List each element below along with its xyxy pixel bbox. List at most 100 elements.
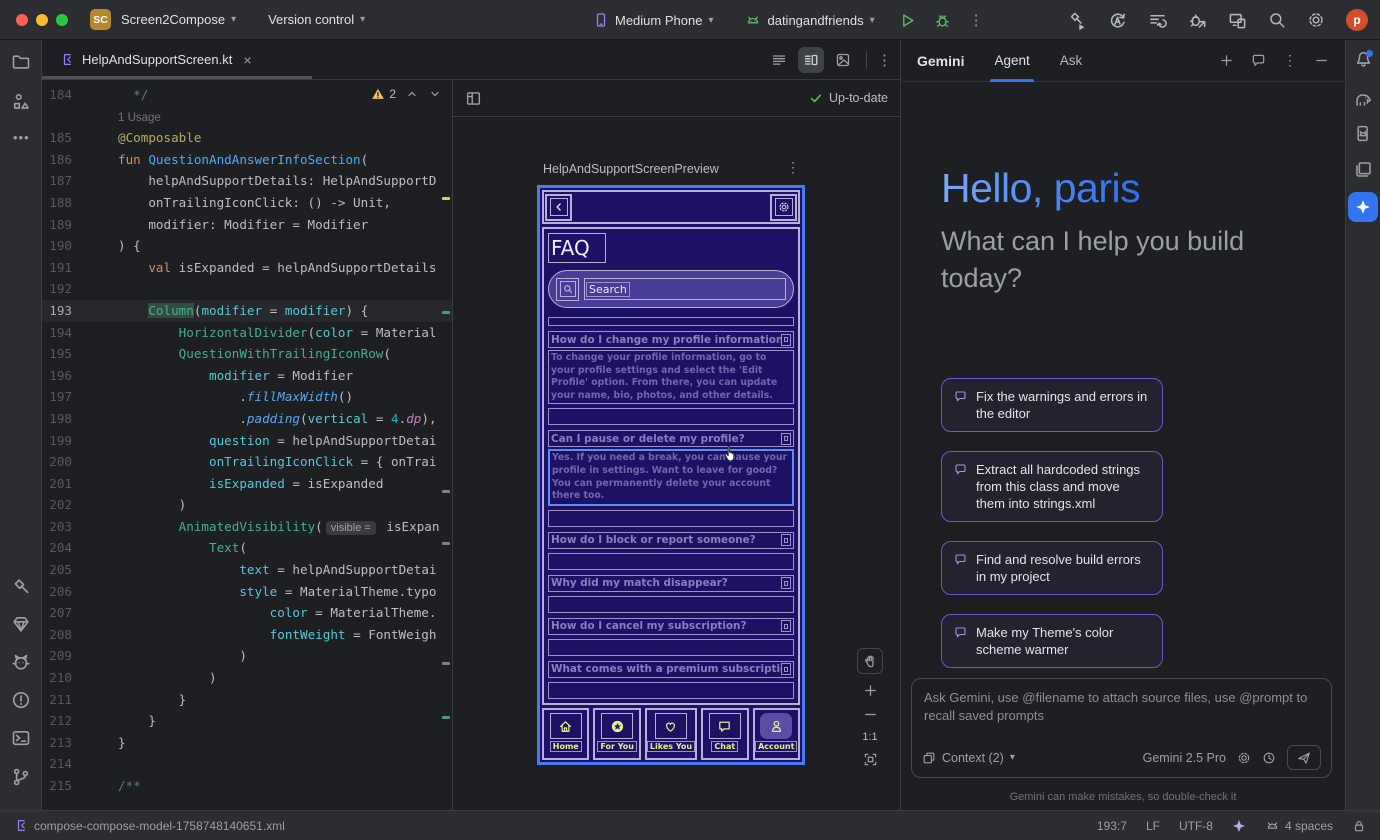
scrollbar-change-mark[interactable]	[442, 716, 450, 719]
todo-requests-icon[interactable]	[1148, 11, 1167, 30]
editor-mode-design-button[interactable]	[830, 47, 856, 73]
build-run-icon[interactable]	[1068, 11, 1087, 30]
code-line[interactable]: 204 Text(	[42, 537, 452, 559]
code-line[interactable]: 193 Column(modifier = modifier) {	[42, 300, 452, 322]
user-avatar[interactable]: p	[1346, 9, 1368, 31]
build-hammer-icon[interactable]	[11, 577, 31, 597]
code-line[interactable]: 194 HorizontalDivider(color = Material	[42, 322, 452, 344]
running-devices-icon[interactable]	[1354, 124, 1373, 143]
search-everywhere-icon[interactable]	[1268, 11, 1286, 29]
expand-checkbox-icon[interactable]	[781, 534, 791, 546]
code-line[interactable]: 191 val isExpanded = helpAndSupportDetai…	[42, 257, 452, 279]
problems-icon[interactable]	[11, 690, 31, 710]
prev-warning-icon[interactable]	[405, 87, 419, 101]
gemini-more-options-icon[interactable]: ⋮	[1283, 52, 1297, 69]
search-bar[interactable]: Search	[548, 270, 794, 308]
suggestion-card[interactable]: Find and resolve build errors in my proj…	[941, 541, 1163, 595]
zoom-out-icon[interactable]	[863, 707, 878, 722]
preview-phone-frame[interactable]: FAQ Search How do I change my profile in…	[537, 185, 805, 765]
editor-mode-split-button[interactable]	[798, 47, 824, 73]
expand-checkbox-icon[interactable]	[781, 577, 791, 589]
faq-question[interactable]: What comes with a premium subscription?	[548, 661, 794, 678]
nav-item-account[interactable]: Account	[753, 708, 800, 760]
project-selector[interactable]: Screen2Compose ▾	[121, 12, 236, 27]
editor-mode-code-button[interactable]	[766, 47, 792, 73]
code-line[interactable]: 214	[42, 753, 452, 775]
preview-more-options-icon[interactable]: ⋮	[786, 159, 800, 176]
device-mirror-icon[interactable]	[1228, 11, 1247, 30]
code-line[interactable]: 198 .padding(vertical = 4.dp),	[42, 408, 452, 430]
window-zoom-button[interactable]	[56, 14, 68, 26]
version-control-branch-icon[interactable]	[11, 767, 31, 787]
expand-checkbox-icon[interactable]	[781, 334, 791, 346]
back-button[interactable]	[545, 194, 572, 221]
context-selector[interactable]: Context (2)	[942, 751, 1004, 765]
code-line[interactable]: 213}	[42, 732, 452, 754]
code-line[interactable]: 188 onTrailingIconClick: () -> Unit,	[42, 192, 452, 214]
nav-item-for-you[interactable]: For You	[593, 708, 640, 760]
faq-question[interactable]: How do I block or report someone?	[548, 532, 794, 549]
search-input[interactable]: Search	[584, 278, 786, 300]
tab-scroll-indicator[interactable]	[42, 76, 312, 79]
file-encoding[interactable]: UTF-8	[1179, 819, 1213, 833]
code-line[interactable]: 200 onTrailingIconClick = { onTrai	[42, 451, 452, 473]
nav-item-chat[interactable]: Chat	[701, 708, 748, 760]
code-line[interactable]: 201 isExpanded = isExpanded	[42, 473, 452, 495]
cursor-position[interactable]: 193:7	[1097, 819, 1127, 833]
expand-checkbox-icon[interactable]	[781, 433, 791, 445]
context-icon[interactable]	[922, 751, 936, 765]
new-chat-plus-icon[interactable]	[1219, 53, 1234, 68]
terminal-icon[interactable]	[11, 728, 31, 748]
code-line[interactable]: 196 modifier = Modifier	[42, 365, 452, 387]
scrollbar-mark[interactable]	[442, 662, 450, 665]
preview-title[interactable]: HelpAndSupportScreenPreview	[543, 162, 719, 176]
settings-gear-icon[interactable]	[1307, 11, 1325, 29]
gemini-prompt-input[interactable]: Ask Gemini, use @filename to attach sour…	[911, 678, 1332, 778]
vcs-selector[interactable]: Version control ▾	[268, 12, 365, 27]
code-line[interactable]: 209 )	[42, 645, 452, 667]
code-line[interactable]: 185@Composable	[42, 127, 452, 149]
preview-layout-icon[interactable]	[465, 90, 482, 107]
code-line[interactable]: 211 }	[42, 689, 452, 711]
attach-debugger-icon[interactable]	[1188, 11, 1207, 30]
faq-question[interactable]: How do I change my profile information?	[548, 331, 794, 348]
nav-item-likes-you[interactable]: Likes You	[645, 708, 697, 760]
ai-sparkle-icon[interactable]	[1232, 819, 1246, 833]
gradle-elephant-icon[interactable]	[1354, 90, 1373, 109]
settings-button[interactable]	[770, 194, 797, 221]
scrollbar-mark[interactable]	[442, 542, 450, 545]
indent-setting[interactable]: 4 spaces	[1265, 818, 1333, 833]
editor-more-options-icon[interactable]: ⋮	[877, 51, 892, 69]
code-line[interactable]: 208 fontWeight = FontWeigh	[42, 624, 452, 646]
run-button[interactable]	[899, 12, 916, 29]
suggestion-card[interactable]: Extract all hardcoded strings from this …	[941, 451, 1163, 522]
code-line[interactable]: 199 question = helpAndSupportDetai	[42, 430, 452, 452]
code-line[interactable]: 192	[42, 278, 452, 300]
code-editor[interactable]: 184 */1 Usage185@Composable186fun Questi…	[42, 80, 453, 810]
lock-icon[interactable]	[1352, 819, 1366, 833]
send-button[interactable]	[1287, 745, 1321, 770]
code-line[interactable]: 1 Usage	[42, 106, 452, 128]
close-tab-icon[interactable]: ×	[243, 52, 251, 68]
debug-button[interactable]	[934, 12, 951, 29]
zoom-level[interactable]: 1:1	[862, 731, 877, 743]
next-warning-icon[interactable]	[428, 87, 442, 101]
gemini-tool-window-button[interactable]	[1348, 192, 1378, 222]
scrollbar-warning-mark[interactable]	[442, 197, 450, 200]
window-minimize-button[interactable]	[36, 14, 48, 26]
suggestion-card[interactable]: Make my Theme's color scheme warmer	[941, 614, 1163, 668]
tab-agent[interactable]: Agent	[994, 40, 1029, 82]
usage-hint[interactable]: 1 Usage	[118, 112, 161, 124]
code-line[interactable]: 187 helpAndSupportDetails: HelpAndSuppor…	[42, 170, 452, 192]
code-line[interactable]: 210 )	[42, 667, 452, 689]
faq-question[interactable]: Why did my match disappear?	[548, 575, 794, 592]
expand-checkbox-icon[interactable]	[781, 663, 791, 675]
run-configuration-selector[interactable]: datingandfriends ▾	[745, 12, 874, 28]
suggestion-card[interactable]: Fix the warnings and errors in the edito…	[941, 378, 1163, 432]
code-line[interactable]: 202 )	[42, 494, 452, 516]
code-line[interactable]: 195 QuestionWithTrailingIconRow(	[42, 343, 452, 365]
device-explorer-icon[interactable]	[1354, 160, 1373, 179]
code-line[interactable]: 212 }	[42, 710, 452, 732]
model-selector[interactable]: Gemini 2.5 Pro	[1143, 751, 1226, 765]
code-line[interactable]: 190) {	[42, 235, 452, 257]
